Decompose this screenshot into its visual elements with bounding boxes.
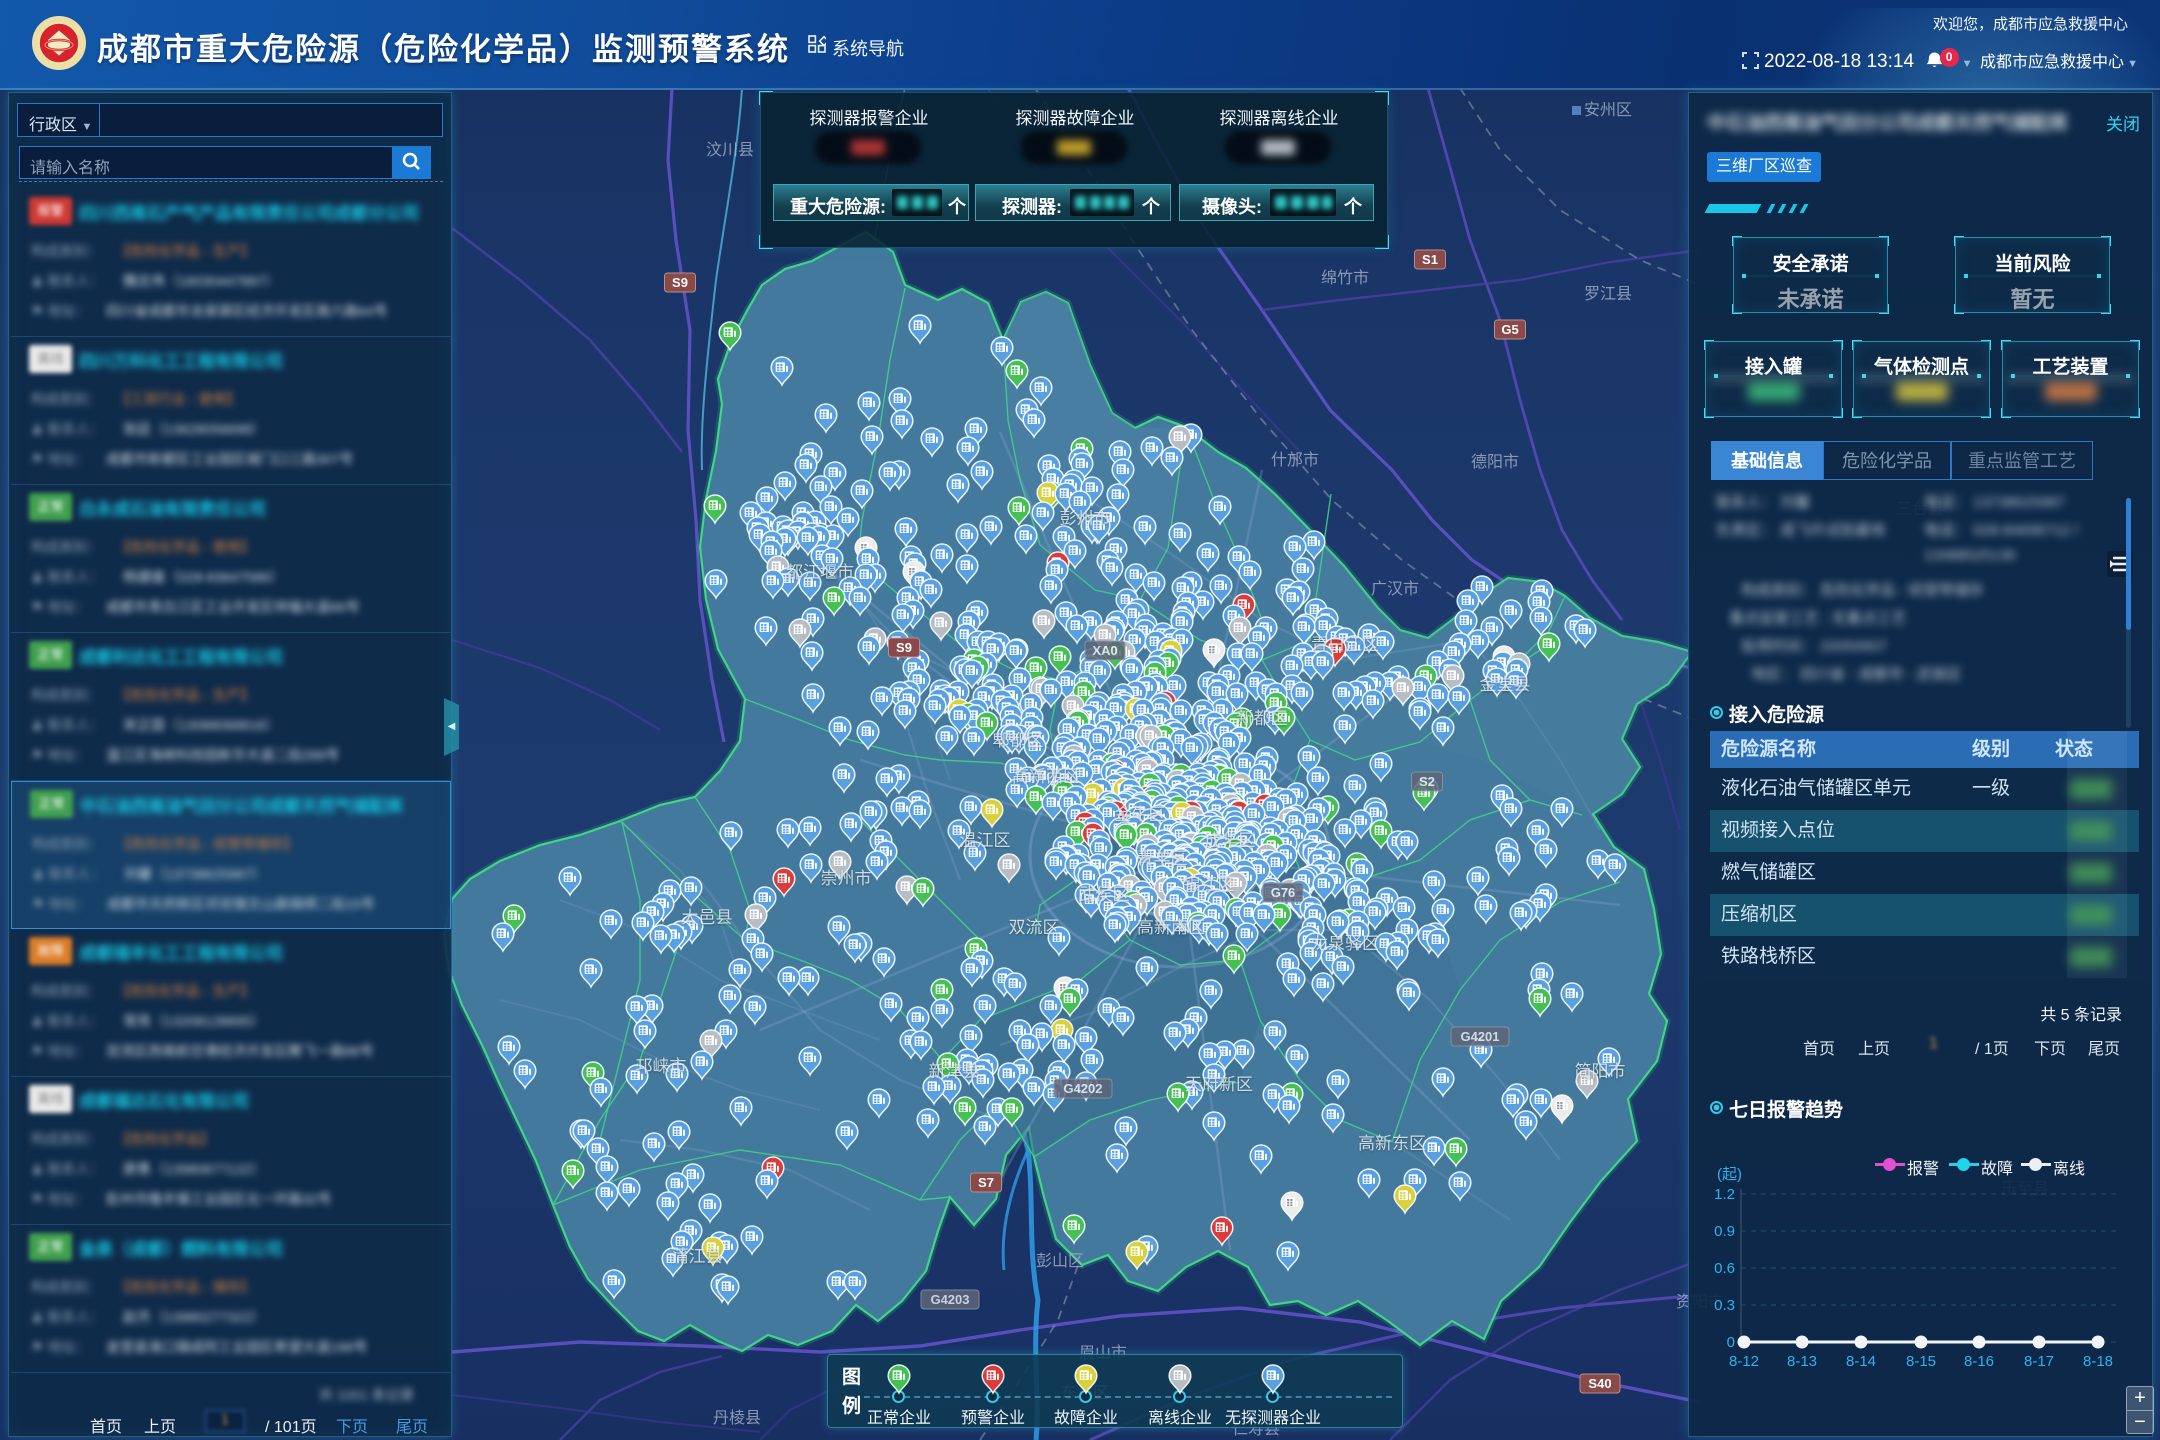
svg-text:德阳市: 德阳市	[1471, 453, 1519, 471]
svg-text:S9: S9	[896, 640, 912, 655]
svg-text:彭山区: 彭山区	[1036, 1252, 1084, 1270]
svg-text:1.2: 1.2	[1714, 1186, 1735, 1203]
svg-text:(起): (起)	[1717, 1166, 1742, 1183]
svg-text:G5: G5	[1501, 322, 1518, 337]
svg-text:成华区: 成华区	[1205, 831, 1256, 850]
svg-text:绵竹市: 绵竹市	[1321, 269, 1369, 287]
svg-text:郫都区: 郫都区	[993, 731, 1044, 750]
svg-text:金牛区: 金牛区	[1115, 805, 1166, 824]
svg-text:S40: S40	[1588, 1376, 1611, 1391]
svg-text:罗江县: 罗江县	[1584, 285, 1632, 303]
svg-text:蒲江县: 蒲江县	[672, 1247, 723, 1266]
svg-text:S2: S2	[1419, 774, 1435, 789]
svg-text:武侯区: 武侯区	[1079, 885, 1130, 904]
svg-text:汶川县: 汶川县	[706, 141, 754, 159]
svg-text:G4203: G4203	[930, 1292, 969, 1307]
svg-text:8-15: 8-15	[1906, 1353, 1936, 1370]
svg-text:0.9: 0.9	[1714, 1223, 1735, 1240]
svg-text:G76: G76	[1271, 885, 1296, 900]
svg-text:8-16: 8-16	[1964, 1353, 1994, 1370]
svg-text:简阳市: 简阳市	[1575, 1062, 1626, 1081]
svg-text:崇州市: 崇州市	[821, 869, 872, 888]
svg-text:8-17: 8-17	[2024, 1353, 2054, 1370]
svg-text:S9: S9	[672, 275, 688, 290]
svg-text:8-12: 8-12	[1729, 1353, 1759, 1370]
svg-text:S1: S1	[1422, 252, 1438, 267]
svg-text:天府新区: 天府新区	[1185, 1075, 1253, 1094]
svg-text:双流区: 双流区	[1009, 918, 1060, 937]
svg-text:高新南区: 高新南区	[1137, 918, 1205, 937]
svg-text:青白江区: 青白江区	[1311, 635, 1379, 654]
svg-text:都江堰市: 都江堰市	[786, 563, 854, 582]
svg-text:龙泉驿区: 龙泉驿区	[1311, 934, 1379, 953]
svg-text:8-18: 8-18	[2083, 1353, 2113, 1370]
svg-text:G4202: G4202	[1063, 1081, 1102, 1096]
svg-text:G4201: G4201	[1460, 1029, 1499, 1044]
svg-text:温江区: 温江区	[960, 831, 1011, 850]
svg-text:高新东区: 高新东区	[1358, 1134, 1426, 1153]
svg-text:8-13: 8-13	[1787, 1353, 1817, 1370]
svg-text:金堂县: 金堂县	[1480, 675, 1531, 694]
svg-text:新津县: 新津县	[929, 1062, 980, 1081]
svg-text:锦江区: 锦江区	[1184, 875, 1235, 894]
svg-text:高新西区: 高新西区	[1012, 767, 1080, 786]
svg-text:丹棱县: 丹棱县	[713, 1409, 761, 1427]
svg-text:广汉市: 广汉市	[1371, 580, 1419, 598]
svg-text:8-14: 8-14	[1846, 1353, 1876, 1370]
svg-text:什邡市: 什邡市	[1271, 451, 1319, 469]
svg-text:XA0: XA0	[1092, 643, 1117, 658]
svg-text:邛崃市: 邛崃市	[636, 1057, 687, 1076]
svg-text:彭州市: 彭州市	[1060, 509, 1111, 528]
svg-text:0: 0	[1727, 1334, 1735, 1351]
svg-text:安州区: 安州区	[1584, 101, 1632, 119]
svg-text:新都区: 新都区	[1237, 709, 1288, 728]
svg-text:0.3: 0.3	[1714, 1297, 1735, 1314]
svg-text:S7: S7	[978, 1175, 994, 1190]
svg-text:大邑县: 大邑县	[682, 908, 733, 927]
svg-text:0.6: 0.6	[1714, 1260, 1735, 1277]
svg-text:青羊区: 青羊区	[1137, 849, 1188, 868]
